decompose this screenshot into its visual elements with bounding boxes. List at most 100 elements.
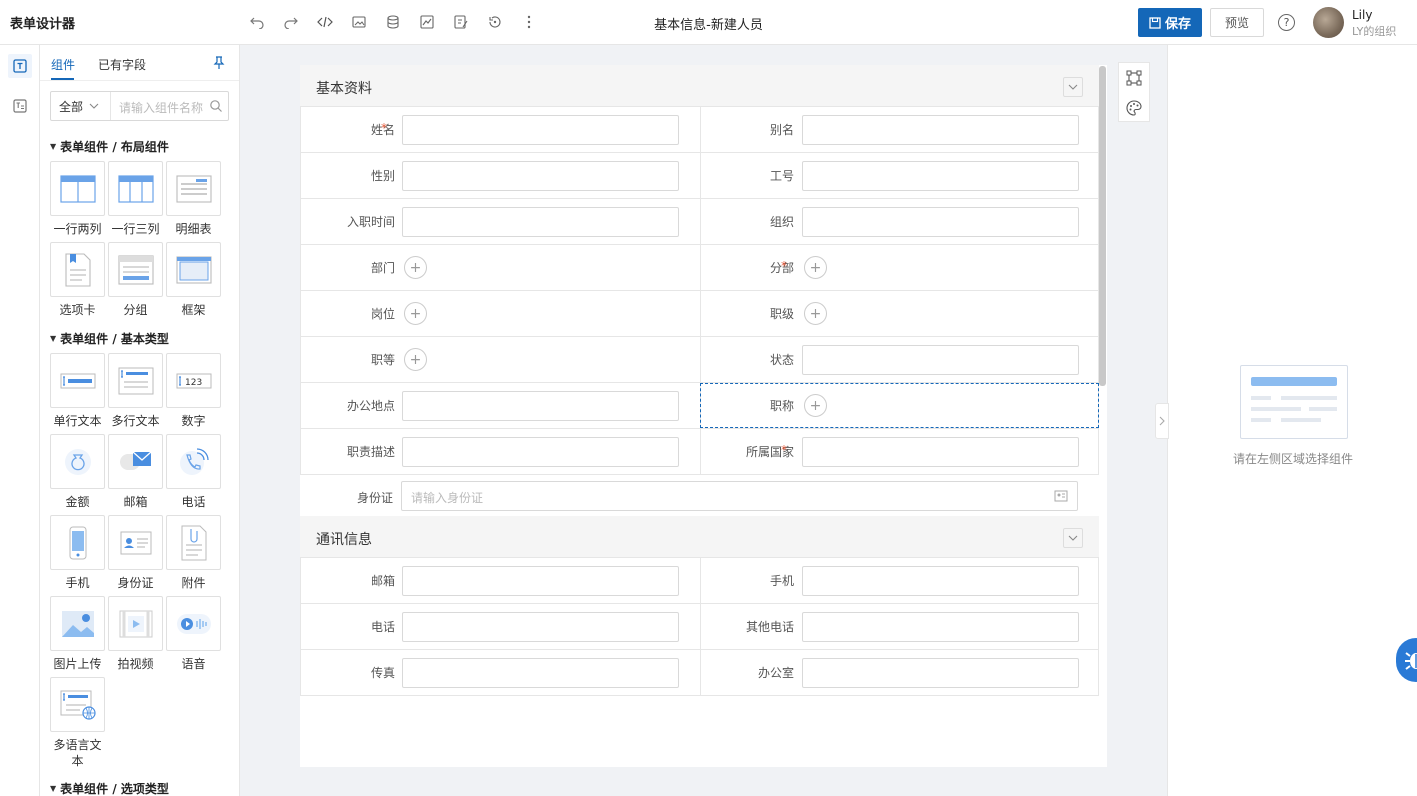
phone-input[interactable] — [402, 612, 679, 642]
history-icon[interactable] — [483, 11, 506, 33]
component-group[interactable]: 分组 — [108, 242, 163, 318]
field-position[interactable]: 岗位 + — [301, 291, 700, 336]
component-frame[interactable]: 框架 — [166, 242, 221, 318]
more-icon[interactable] — [517, 11, 540, 33]
component-number[interactable]: 123 数字 — [166, 353, 221, 429]
redo-icon[interactable] — [279, 11, 302, 33]
image-icon[interactable] — [347, 11, 370, 33]
status-input[interactable] — [802, 345, 1079, 375]
field-id-card[interactable]: 身份证 请输入身份证 — [300, 475, 1099, 515]
email-input[interactable] — [402, 566, 679, 596]
office-input[interactable] — [802, 658, 1079, 688]
tab-components[interactable]: 组件 — [51, 56, 75, 73]
layout-tool[interactable] — [1119, 63, 1149, 93]
field-name[interactable]: 姓名 * — [301, 107, 700, 152]
field-employee-id[interactable]: 工号 — [700, 153, 1099, 198]
section-basic[interactable]: ▼ 表单组件 / 基本类型 — [50, 330, 169, 347]
hire-date-input[interactable] — [402, 207, 679, 237]
collapse-button[interactable] — [1063, 528, 1083, 548]
save-button[interactable]: 保存 — [1138, 8, 1202, 37]
add-title-icon[interactable]: + — [804, 394, 827, 417]
gender-input[interactable] — [402, 161, 679, 191]
component-image-upload[interactable]: 图片上传 — [50, 596, 105, 672]
add-rank-icon[interactable]: + — [804, 302, 827, 325]
field-status[interactable]: 状态 — [700, 337, 1099, 382]
employee-id-input[interactable] — [802, 161, 1079, 191]
field-mobile[interactable]: 手机 — [700, 558, 1099, 603]
component-mobile[interactable]: 手机 — [50, 515, 105, 591]
components-rail-icon[interactable] — [8, 54, 32, 78]
field-phone[interactable]: 电话 — [301, 604, 700, 649]
field-grade[interactable]: 职等 + — [301, 337, 700, 382]
name-input[interactable] — [402, 115, 679, 145]
field-job-description[interactable]: 职责描述 — [301, 429, 700, 474]
undo-icon[interactable] — [245, 11, 268, 33]
id-card-input[interactable]: 请输入身份证 — [401, 481, 1078, 511]
component-multi-line-text[interactable]: 多行文本 — [108, 353, 163, 429]
fields-rail-icon[interactable] — [8, 94, 32, 118]
user-org[interactable]: LY的组织 — [1352, 23, 1396, 39]
field-title-selected[interactable]: 职称 + — [700, 383, 1099, 428]
database-icon[interactable] — [381, 11, 404, 33]
tab-existing-fields[interactable]: 已有字段 — [98, 56, 146, 73]
add-department-icon[interactable]: + — [404, 256, 427, 279]
field-office[interactable]: 办公室 — [700, 650, 1099, 695]
field-label: 办公室 — [757, 666, 794, 680]
preview-button[interactable]: 预览 — [1210, 8, 1264, 37]
theme-tool[interactable] — [1119, 93, 1149, 123]
add-branch-icon[interactable]: + — [804, 256, 827, 279]
category-select[interactable]: 全部 — [51, 92, 111, 120]
job-description-input[interactable] — [402, 437, 679, 467]
field-fax[interactable]: 传真 — [301, 650, 700, 695]
field-organization[interactable]: 组织 — [700, 199, 1099, 244]
group-header-contact[interactable]: 通讯信息 — [300, 516, 1099, 558]
field-branch[interactable]: 分部 * + — [700, 245, 1099, 290]
section-layout[interactable]: ▼ 表单组件 / 布局组件 — [50, 138, 169, 155]
chart-icon[interactable] — [415, 11, 438, 33]
alias-input[interactable] — [802, 115, 1079, 145]
field-gender[interactable]: 性别 — [301, 153, 700, 198]
component-attachment[interactable]: 附件 — [166, 515, 221, 591]
add-grade-icon[interactable]: + — [404, 348, 427, 371]
user-name[interactable]: Lily — [1352, 8, 1372, 22]
collapse-button[interactable] — [1063, 77, 1083, 97]
component-video[interactable]: 拍视频 — [108, 596, 163, 672]
code-icon[interactable] — [313, 11, 336, 33]
component-tabs[interactable]: 选项卡 — [50, 242, 105, 318]
component-search-input[interactable]: 请输入组件名称 — [119, 99, 207, 116]
other-phone-input[interactable] — [802, 612, 1079, 642]
field-email[interactable]: 邮箱 — [301, 558, 700, 603]
help-icon[interactable]: ? — [1278, 14, 1295, 31]
search-icon[interactable] — [209, 99, 223, 113]
component-multilang-text[interactable]: 多语言文本 — [50, 677, 105, 769]
group-header-basic[interactable]: 基本资料 — [300, 65, 1099, 107]
component-id-card[interactable]: 身份证 — [108, 515, 163, 591]
edit-icon[interactable] — [449, 11, 472, 33]
pin-icon[interactable] — [212, 56, 226, 70]
component-phone[interactable]: 电话 — [166, 434, 221, 510]
form-scrollbar[interactable] — [1099, 66, 1106, 386]
add-position-icon[interactable]: + — [404, 302, 427, 325]
country-input[interactable] — [802, 437, 1079, 467]
field-alias[interactable]: 别名 — [700, 107, 1099, 152]
organization-input[interactable] — [802, 207, 1079, 237]
component-three-columns[interactable]: 一行三列 — [108, 161, 163, 237]
field-hire-date[interactable]: 入职时间 — [301, 199, 700, 244]
component-voice[interactable]: 语音 — [166, 596, 221, 672]
section-options[interactable]: ▼ 表单组件 / 选项类型 — [50, 780, 169, 796]
fax-input[interactable] — [402, 658, 679, 688]
field-department[interactable]: 部门 + — [301, 245, 700, 290]
expand-handle[interactable] — [1155, 403, 1169, 439]
office-location-input[interactable] — [402, 391, 679, 421]
mobile-input[interactable] — [802, 566, 1079, 596]
component-single-line-text[interactable]: 单行文本 — [50, 353, 105, 429]
field-country[interactable]: 所属国家 * — [700, 429, 1099, 474]
component-amount[interactable]: 金额 — [50, 434, 105, 510]
component-two-columns[interactable]: 一行两列 — [50, 161, 105, 237]
avatar[interactable] — [1313, 7, 1344, 38]
component-detail-table[interactable]: 明细表 — [166, 161, 221, 237]
field-other-phone[interactable]: 其他电话 — [700, 604, 1099, 649]
field-office-location[interactable]: 办公地点 — [301, 383, 700, 428]
field-rank[interactable]: 职级 + — [700, 291, 1099, 336]
component-email[interactable]: 邮箱 — [108, 434, 163, 510]
